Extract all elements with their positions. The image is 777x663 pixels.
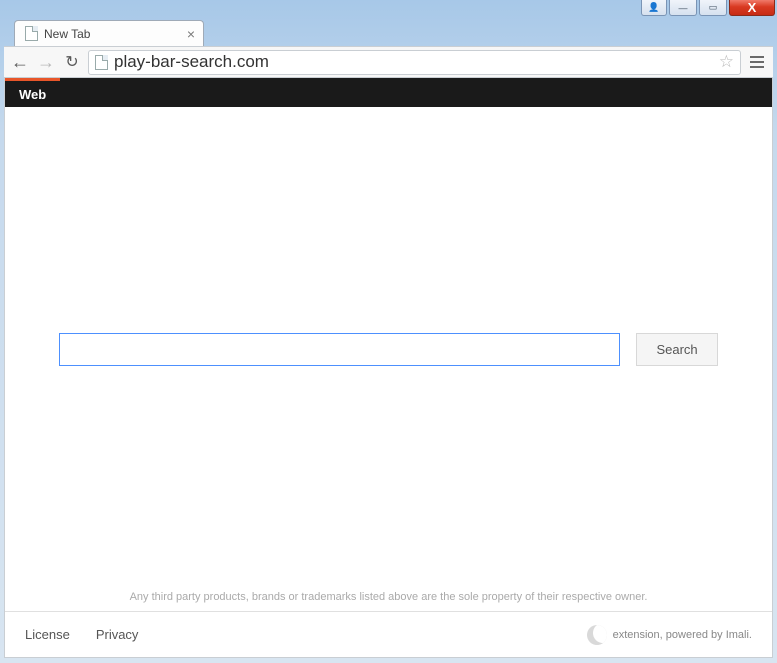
window-controls: 👤 — ▭ X bbox=[641, 0, 775, 16]
search-input[interactable] bbox=[59, 333, 620, 366]
browser-toolbar: ← → ↻ ☆ bbox=[4, 46, 773, 78]
address-bar[interactable]: ☆ bbox=[88, 50, 741, 75]
page-icon bbox=[25, 26, 38, 41]
reload-button[interactable]: ↻ bbox=[62, 52, 82, 72]
bookmark-star-icon[interactable]: ☆ bbox=[719, 52, 734, 72]
disclaimer-text: Any third party products, brands or trad… bbox=[5, 583, 772, 611]
page-content: Search bbox=[5, 107, 772, 583]
tab-close-button[interactable]: × bbox=[187, 27, 195, 41]
maximize-button[interactable]: ▭ bbox=[699, 0, 727, 16]
minimize-button[interactable]: — bbox=[669, 0, 697, 16]
license-link[interactable]: License bbox=[25, 627, 70, 642]
top-nav-bar: Web bbox=[5, 78, 772, 107]
tab-title: New Tab bbox=[44, 27, 90, 41]
powered-by-text: extension, powered by Imali. bbox=[613, 629, 752, 641]
page-footer: License Privacy extension, powered by Im… bbox=[5, 611, 772, 657]
footer-credit: extension, powered by Imali. bbox=[587, 625, 752, 645]
privacy-link[interactable]: Privacy bbox=[96, 627, 139, 642]
search-button[interactable]: Search bbox=[636, 333, 718, 366]
search-row: Search bbox=[5, 333, 772, 366]
forward-button[interactable]: → bbox=[36, 52, 56, 73]
back-button[interactable]: ← bbox=[10, 52, 30, 73]
browser-tab[interactable]: New Tab × bbox=[14, 20, 204, 46]
moon-icon bbox=[587, 625, 607, 645]
url-input[interactable] bbox=[114, 52, 713, 72]
page-viewport: Web Search Any third party products, bra… bbox=[4, 78, 773, 658]
window-titlebar: 👤 — ▭ X bbox=[0, 0, 777, 18]
site-icon bbox=[95, 55, 108, 70]
close-window-button[interactable]: X bbox=[729, 0, 775, 16]
browser-tabstrip: New Tab × bbox=[0, 18, 777, 46]
user-icon-button[interactable]: 👤 bbox=[641, 0, 667, 16]
hamburger-menu-icon[interactable] bbox=[747, 52, 767, 72]
web-tab[interactable]: Web bbox=[5, 78, 60, 107]
